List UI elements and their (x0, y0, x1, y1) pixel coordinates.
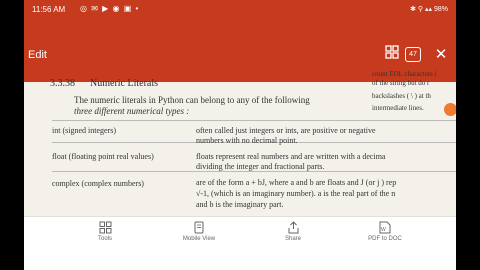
type-description-line: and b is the imaginary part. (196, 200, 284, 209)
type-description-line: √-1, (which is an imaginary number). a i… (196, 189, 396, 198)
floating-action-dot[interactable] (444, 103, 456, 116)
right-letterbox (456, 0, 480, 270)
section-number: 3.3.38 (50, 78, 75, 89)
intro-line-1: The numeric literals in Python can belon… (74, 95, 310, 105)
mobile-view-button[interactable]: Mobile View (156, 217, 242, 270)
document-page[interactable]: 3.3.38 Numeric Literals The numeric lite… (24, 0, 456, 216)
intro-line-2: three different numerical types : (74, 106, 190, 116)
bottom-toolbar: Tools Mobile View Share W PDF to DOC (24, 216, 456, 270)
type-label-int: int (signed integers) (52, 126, 116, 135)
share-glyph (288, 221, 298, 234)
pdf-to-doc-icon: W (377, 221, 393, 234)
share-icon (285, 221, 301, 234)
type-label-float: float (floating point real values) (52, 152, 154, 161)
tools-icon (97, 221, 113, 234)
pdf-to-doc-glyph: W (379, 221, 391, 234)
type-description-line: floats represent real numbers and are wr… (196, 152, 386, 161)
side-note-line: count EOL characters i (372, 70, 437, 78)
side-note-line: intermediate lines. (372, 104, 424, 112)
share-label: Share (284, 236, 301, 242)
mobile-view-label: Mobile View (182, 236, 216, 242)
table-rule (52, 171, 456, 172)
svg-text:W: W (381, 227, 386, 233)
tools-glyph (99, 221, 111, 234)
type-label-complex: complex (complex numbers) (52, 179, 144, 188)
tools-button[interactable]: Tools (62, 217, 148, 270)
mobile-view-icon (191, 221, 207, 234)
side-note-line: of the string but do r (372, 79, 430, 87)
tools-label: Tools (97, 236, 112, 242)
phone-screen: 11:56 AM ◎ ✉ ▶ ◉ ▣ • ✱ ⚲ ▴▴ 98% Edit 47 … (24, 0, 456, 270)
type-description-line: dividing the integer and fractional part… (196, 162, 325, 171)
type-description-line: numbers with no decimal point. (196, 136, 298, 145)
share-button[interactable]: Share (250, 217, 336, 270)
table-rule (52, 120, 456, 121)
side-note-line: backslashes ( \ ) at th (372, 92, 431, 100)
type-description-line: are of the form a + bJ, where a and b ar… (196, 178, 397, 187)
type-description-line: often called just integers or ints, are … (196, 126, 376, 135)
section-title: Numeric Literals (90, 78, 159, 89)
pdf-to-doc-label: PDF to DOC (368, 236, 402, 242)
mobile-view-glyph (194, 221, 204, 234)
pdf-to-doc-button[interactable]: W PDF to DOC (342, 217, 428, 270)
left-letterbox (0, 0, 24, 270)
